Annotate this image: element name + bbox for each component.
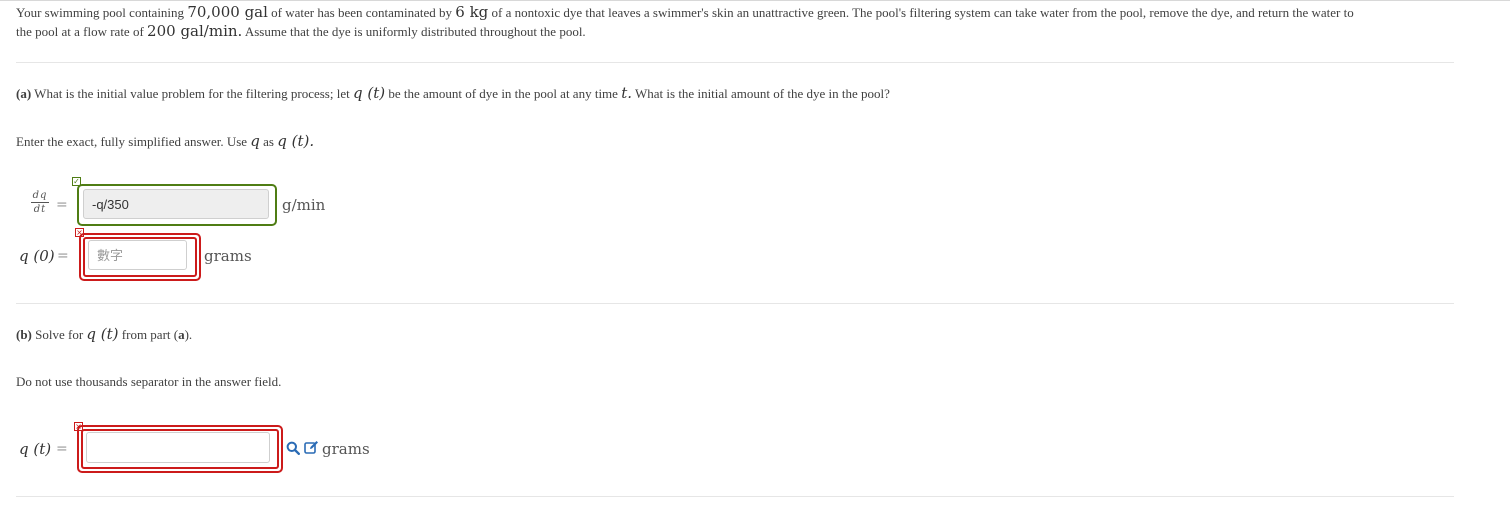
instruction-text: Enter the exact, fully simplified answer… — [16, 134, 251, 149]
qt-unit: grams — [322, 440, 370, 458]
edit-icon[interactable] — [304, 440, 319, 459]
question-text: be the amount of dye in the pool at any … — [385, 86, 622, 101]
question-text: Solve for — [31, 327, 87, 342]
question-text: from part ( — [118, 327, 179, 342]
q-of-t-math: q (t). — [277, 132, 315, 150]
problem-text: Assume that the dye is uniformly distrib… — [242, 24, 586, 39]
problem-text: the pool at a flow rate of — [16, 24, 148, 39]
q0-unit: grams — [204, 247, 252, 265]
flow-rate: 200 gal/min. — [147, 22, 243, 40]
dye-mass: 6 kg — [455, 3, 489, 21]
divider — [16, 303, 1454, 304]
dq-dt-unit: g/min — [282, 196, 326, 214]
q0-input[interactable] — [88, 240, 187, 270]
problem-text: Your swimming pool containing — [16, 5, 188, 20]
q-of-t-math: q (t) — [352, 84, 386, 102]
divider — [16, 62, 1454, 63]
part-b-question: (b) Solve for q (t) from part (a). — [16, 325, 192, 343]
part-a-question: (a) What is the initial value problem fo… — [16, 84, 890, 102]
instruction-text: as — [259, 134, 278, 149]
question-text: ). — [184, 327, 193, 342]
q-of-t-math: q (t) — [86, 325, 119, 343]
q-math: q — [250, 132, 260, 150]
problem-line-1: Your swimming pool containing 70,000 gal… — [16, 3, 1354, 21]
divider — [16, 496, 1454, 497]
problem-text: of water has been contaminated by — [267, 5, 456, 20]
problem-line-2: the pool at a flow rate of 200 gal/min. … — [16, 22, 586, 40]
dq-dt-input[interactable] — [83, 189, 269, 219]
part-b-instruction: Do not use thousands separator in the an… — [16, 374, 282, 389]
equals-sign: = — [56, 441, 68, 457]
t-math: t. — [621, 84, 632, 102]
problem-text: of a nontoxic dye that leaves a swimmer'… — [488, 5, 1354, 20]
question-text: What is the initial amount of the dye in… — [631, 86, 890, 101]
dq-dt-fraction: dq dt — [31, 190, 49, 215]
q0-label: q (0) — [19, 247, 55, 265]
part-a-label: (a) — [16, 86, 32, 101]
top-border — [0, 0, 1510, 1]
qt-math: q (t) — [19, 440, 52, 458]
fraction-denominator: dt — [33, 204, 47, 215]
search-icon[interactable] — [286, 441, 301, 459]
pool-volume: 70,000 gal — [187, 3, 268, 21]
equals-sign: = — [56, 197, 68, 213]
qt-input[interactable] — [86, 432, 270, 463]
equals-sign: = — [57, 248, 69, 264]
part-b-label: (b) — [16, 327, 32, 342]
part-a-instruction: Enter the exact, fully simplified answer… — [16, 132, 314, 150]
qt-label: q (t) — [19, 440, 51, 458]
q0-math: q (0) — [19, 247, 55, 265]
question-text: What is the initial value problem for th… — [31, 86, 353, 101]
fraction-numerator: dq — [31, 190, 49, 203]
